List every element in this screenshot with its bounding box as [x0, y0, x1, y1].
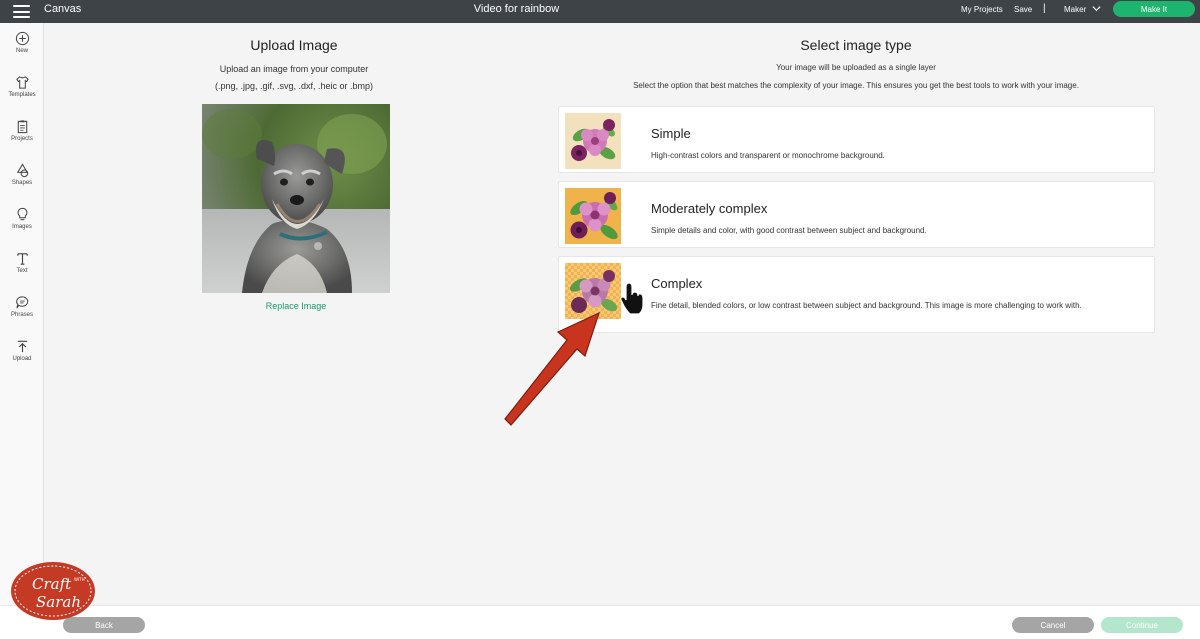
simple-flower-thumbnail — [565, 113, 621, 169]
bottom-bar: Back Cancel Continue — [0, 605, 1200, 639]
left-sidebar: New Templates Projects Shapes Images Tex… — [0, 23, 44, 639]
cancel-button[interactable]: Cancel — [1012, 617, 1094, 633]
moderate-flower-thumbnail — [565, 188, 621, 244]
select-image-type-heading: Select image type — [800, 37, 912, 53]
upload-icon — [17, 340, 27, 353]
option-complex[interactable]: Complex Fine detail, blended colors, or … — [558, 256, 1155, 333]
sidebar-item-label: Shapes — [11, 180, 33, 186]
shapes-icon — [16, 163, 28, 178]
chevron-down-icon[interactable] — [1092, 4, 1101, 13]
select-instructions: Select the option that best matches the … — [633, 81, 1079, 90]
text-icon — [16, 253, 28, 265]
option-simple-description: High-contrast colors and transparent or … — [651, 151, 885, 160]
sidebar-item-label: Templates — [8, 92, 36, 98]
save-link[interactable]: Save — [1014, 5, 1032, 14]
upload-instructions: Upload an image from your computer — [219, 64, 369, 74]
upload-image-heading: Upload Image — [250, 37, 338, 53]
sidebar-item-templates[interactable]: Templates — [0, 75, 44, 115]
sidebar-item-label: Images — [12, 224, 32, 230]
option-simple-title: Simple — [651, 126, 691, 141]
sidebar-item-images[interactable]: Images — [0, 207, 44, 247]
shirt-icon — [15, 76, 29, 89]
topbar-separator: | — [1043, 3, 1046, 14]
option-complex-title: Complex — [651, 276, 703, 291]
clipboard-icon — [17, 120, 27, 134]
sidebar-item-phrases[interactable]: Phrases — [0, 295, 44, 335]
sidebar-item-shapes[interactable]: Shapes — [0, 163, 44, 203]
complex-flower-thumbnail — [565, 263, 621, 319]
sidebar-item-new[interactable]: New — [0, 31, 44, 71]
sidebar-item-label: Phrases — [10, 312, 33, 318]
option-moderately-complex-title: Moderately complex — [651, 201, 768, 216]
sidebar-item-upload[interactable]: Upload — [0, 339, 44, 379]
sidebar-item-text[interactable]: Text — [0, 251, 44, 291]
plus-circle-icon — [15, 31, 29, 46]
machine-selector[interactable]: Maker — [1064, 5, 1086, 14]
make-it-button[interactable]: Make It — [1113, 1, 1195, 17]
sidebar-item-label: Text — [16, 268, 28, 274]
option-moderately-complex-description: Simple details and color, with good cont… — [651, 226, 927, 235]
sidebar-item-label: New — [15, 48, 28, 54]
speech-bubble-icon — [15, 296, 28, 309]
svg-text:WITH: WITH — [74, 577, 85, 582]
top-bar: Canvas Video for rainbow My Projects Sav… — [0, 0, 1200, 23]
lightbulb-icon — [17, 207, 27, 221]
continue-button[interactable]: Continue — [1101, 617, 1183, 633]
supported-formats: (.png, .jpg, .gif, .svg, .dxf, .heic or … — [214, 81, 374, 91]
single-layer-note: Your image will be uploaded as a single … — [776, 63, 936, 72]
option-complex-description: Fine detail, blended colors, or low cont… — [651, 301, 1082, 310]
my-projects-link[interactable]: My Projects — [961, 5, 1003, 14]
sidebar-item-label: Upload — [12, 356, 32, 362]
svg-text:Craft: Craft — [32, 575, 72, 593]
svg-text:Sarah: Sarah — [36, 593, 81, 611]
sidebar-item-label: Projects — [11, 136, 33, 142]
document-title: Video for rainbow — [473, 3, 560, 15]
option-simple[interactable]: Simple High-contrast colors and transpar… — [558, 106, 1155, 173]
replace-image-link[interactable]: Replace Image — [44, 301, 548, 311]
option-moderately-complex[interactable]: Moderately complex Simple details and co… — [558, 181, 1155, 248]
uploaded-dog-photo — [202, 104, 390, 293]
craft-with-sarah-logo: Craft WITH Sarah — [11, 562, 95, 620]
sidebar-item-projects[interactable]: Projects — [0, 119, 44, 159]
